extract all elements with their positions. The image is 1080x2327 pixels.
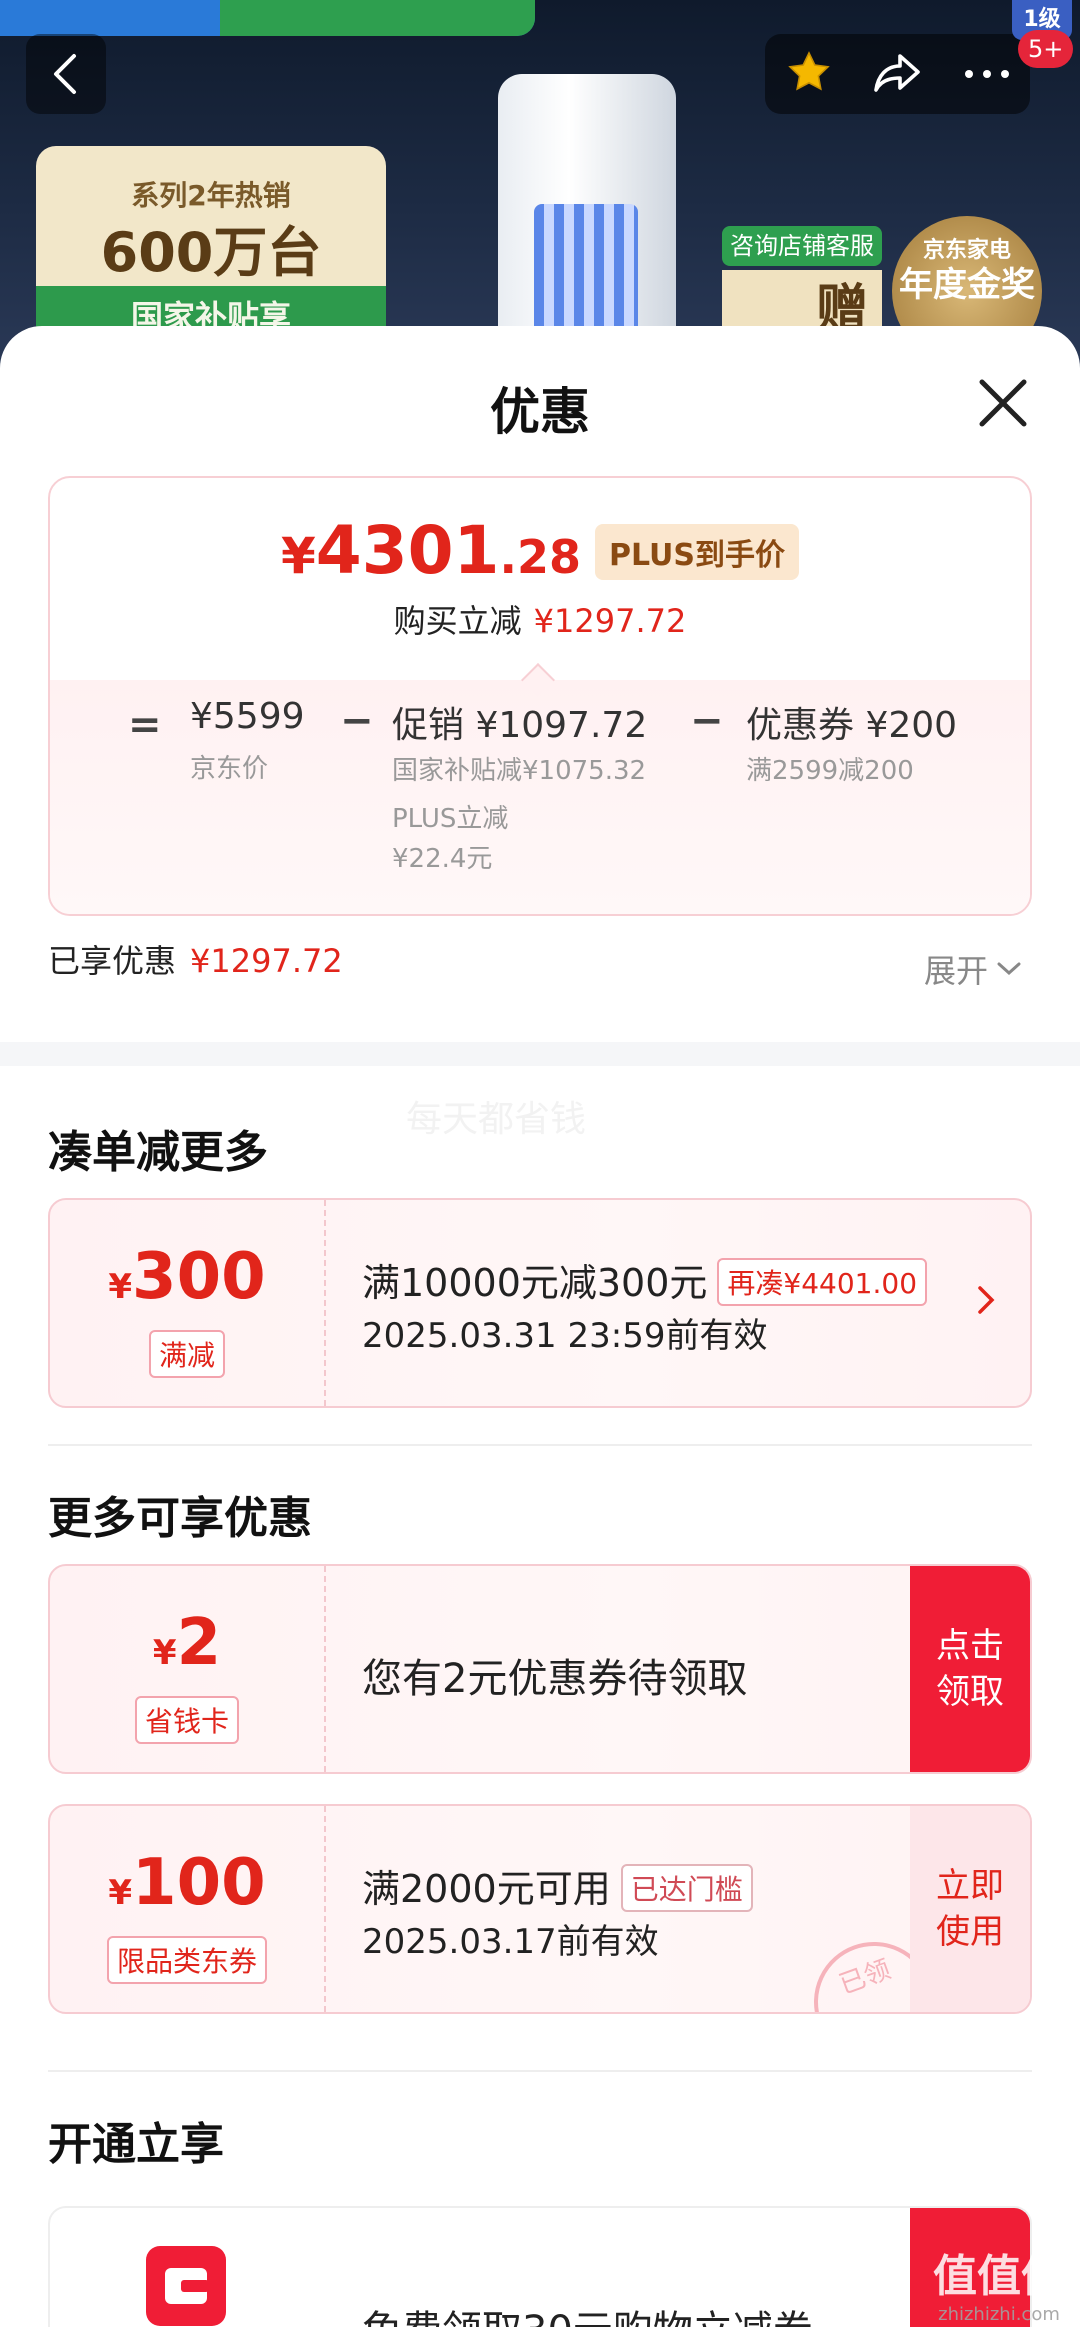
brand-strip <box>0 0 535 36</box>
coupon-type-tag: 限品类东券 <box>106 1936 268 1984</box>
price-integer: 4301 <box>315 512 500 589</box>
reduce-value: ¥1297.72 <box>533 602 687 640</box>
coupon-yen: ¥ <box>152 1633 177 1673</box>
page-root: 1级 5+ 系列2年热销 600万台 国家补贴享 咨询店铺客服 赠 京东家电 年… <box>0 0 1080 2327</box>
price-breakdown-card: ¥ 4301 .28 PLUS到手价 购买立减 ¥1297.72 = ¥5599 … <box>48 476 1032 916</box>
coupon-rule: 满10000元减300元 <box>362 1261 708 1305</box>
award-top-text: 京东家电 <box>922 238 1011 263</box>
coupon-rule-line: 满10000元减300元 再凑¥4401.00 <box>362 1252 928 1310</box>
coupon-type-tag: 省钱卡 <box>134 1696 240 1744</box>
minus-sign-1: − <box>340 698 374 744</box>
section-title-more-reduce: 凑单减更多 <box>48 1127 268 1178</box>
section-title-more-offers: 更多可享优惠 <box>48 1493 312 1544</box>
coupon-validity: 2025.03.31 23:59前有效 <box>362 1316 768 1356</box>
threshold-reached-tag: 已达门槛 <box>620 1863 753 1912</box>
coupon-total: 优惠券 ¥200 <box>746 705 958 746</box>
enjoyed-discount: 已享优惠 ¥1297.72 <box>48 936 343 982</box>
coupon-rule: 满2599减200 <box>746 756 914 786</box>
wallet-icon <box>146 2246 226 2326</box>
price-formula: = ¥5599 京东价 − 促销 ¥1097.72 国家补贴减¥1075.32 … <box>50 680 1030 914</box>
plus-reduce-value: ¥22.4元 <box>392 844 493 874</box>
subsidy-reduce: 国家补贴减¥1075.32 <box>392 756 647 786</box>
back-button[interactable] <box>26 34 106 114</box>
close-icon <box>979 379 1027 427</box>
full-reduce-coupon[interactable]: ¥300 满减 满10000元减300元 再凑¥4401.00 2025.03.3… <box>48 1198 1032 1408</box>
divider-line <box>48 1444 1032 1446</box>
category-coupon: ¥100 限品类东券 满2000元可用 已达门槛 2025.03.17前有效 已领… <box>48 1804 1032 2014</box>
equals-sign: = <box>128 702 162 748</box>
promo-line2: 600万台 <box>100 221 322 284</box>
enjoyed-label: 已享优惠 <box>48 942 177 980</box>
membership-offer-text: 免费领取30元购物立减券 <box>362 2298 813 2327</box>
promo-total: 促销 ¥1097.72 <box>392 705 648 746</box>
coupon-amount: ¥100 <box>50 1846 324 1920</box>
jd-price: ¥5599 <box>190 696 305 737</box>
minus-sign-2: − <box>690 698 724 744</box>
coupon-number: 300 <box>132 1240 266 1314</box>
enjoyed-value: ¥1297.72 <box>190 942 343 980</box>
chevron-left-icon <box>54 54 76 94</box>
discount-sheet: 优惠 ¥ 4301 .28 PLUS到手价 购买立减 ¥1297.72 = ¥55… <box>0 326 1080 2327</box>
product-banner: 1级 5+ 系列2年热销 600万台 国家补贴享 咨询店铺客服 赠 京东家电 年… <box>0 0 1080 380</box>
jd-price-label: 京东价 <box>190 754 269 784</box>
divider-line <box>48 2070 1032 2072</box>
coupon-rule-line: 满2000元可用 已达门槛 <box>362 1858 753 1916</box>
membership-offer-card[interactable]: 免费领取30元购物立减券 <box>48 2206 1032 2327</box>
coupon-amount: ¥2 <box>50 1606 324 1680</box>
sales-promo-card: 系列2年热销 600万台 国家补贴享 <box>36 146 386 346</box>
product-grille <box>534 204 638 334</box>
chevron-down-icon <box>997 962 1021 976</box>
site-watermark-big: 值值值 <box>933 2251 1065 2302</box>
site-watermark-small: zhizhizhi.com <box>938 2304 1060 2325</box>
add-more-tag: 再凑¥4401.00 <box>717 1257 928 1306</box>
watermark: 每天都省钱 <box>406 1099 587 1140</box>
reduce-label: 购买立减 <box>393 602 522 640</box>
use-now-button[interactable]: 立即 使用 <box>910 1806 1030 2012</box>
section-title-open-enjoy: 开通立享 <box>48 2119 224 2170</box>
price-currency: ¥ <box>280 527 316 585</box>
coupon-yen: ¥ <box>108 1873 133 1913</box>
expand-button[interactable]: 展开 <box>924 946 1022 992</box>
coupon-type-tag: 满减 <box>148 1330 226 1378</box>
price-decimal: .28 <box>499 530 581 584</box>
savings-card-coupon: ¥2 省钱卡 您有2元优惠券待领取 点击 领取 <box>48 1564 1032 1774</box>
section-divider <box>0 1042 1080 1066</box>
share-icon[interactable] <box>872 50 924 98</box>
sheet-title: 优惠 <box>490 383 590 441</box>
coupon-amount: ¥300 <box>50 1240 324 1314</box>
coupon-number: 2 <box>176 1606 222 1680</box>
price-summary: ¥ 4301 .28 PLUS到手价 购买立减 ¥1297.72 <box>50 478 1030 680</box>
chevron-right-icon <box>978 1286 995 1314</box>
coupon-yen: ¥ <box>108 1267 133 1307</box>
coupon-number: 100 <box>132 1846 266 1920</box>
coupon-validity: 2025.03.17前有效 <box>362 1922 659 1962</box>
coupon-description: 您有2元优惠券待领取 <box>362 1656 748 1702</box>
expand-label: 展开 <box>924 952 989 990</box>
claim-button[interactable]: 点击 领取 <box>910 1566 1030 1772</box>
plus-price-tag: PLUS到手价 <box>594 524 799 580</box>
message-count-badge: 5+ <box>1018 30 1074 68</box>
top-actions <box>765 34 1030 114</box>
service-tag[interactable]: 咨询店铺客服 <box>722 226 882 266</box>
award-bottom-text: 年度金奖 <box>899 265 1035 305</box>
more-icon[interactable] <box>963 65 1011 84</box>
favorite-star-icon[interactable] <box>785 48 833 100</box>
coupon-value-area: ¥2 省钱卡 <box>50 1566 326 1772</box>
close-button[interactable] <box>970 370 1036 436</box>
coupon-value-area: ¥100 限品类东券 <box>50 1806 326 2012</box>
final-price: ¥ 4301 .28 PLUS到手价 <box>50 512 1030 589</box>
reduce-line: 购买立减 ¥1297.72 <box>50 596 1030 642</box>
coupon-value-area: ¥300 满减 <box>50 1200 326 1406</box>
coupon-rule: 满2000元可用 <box>362 1867 611 1911</box>
site-watermark: 值值值 zhizhizhi.com <box>924 2240 1074 2325</box>
plus-reduce-label: PLUS立减 <box>392 804 509 834</box>
